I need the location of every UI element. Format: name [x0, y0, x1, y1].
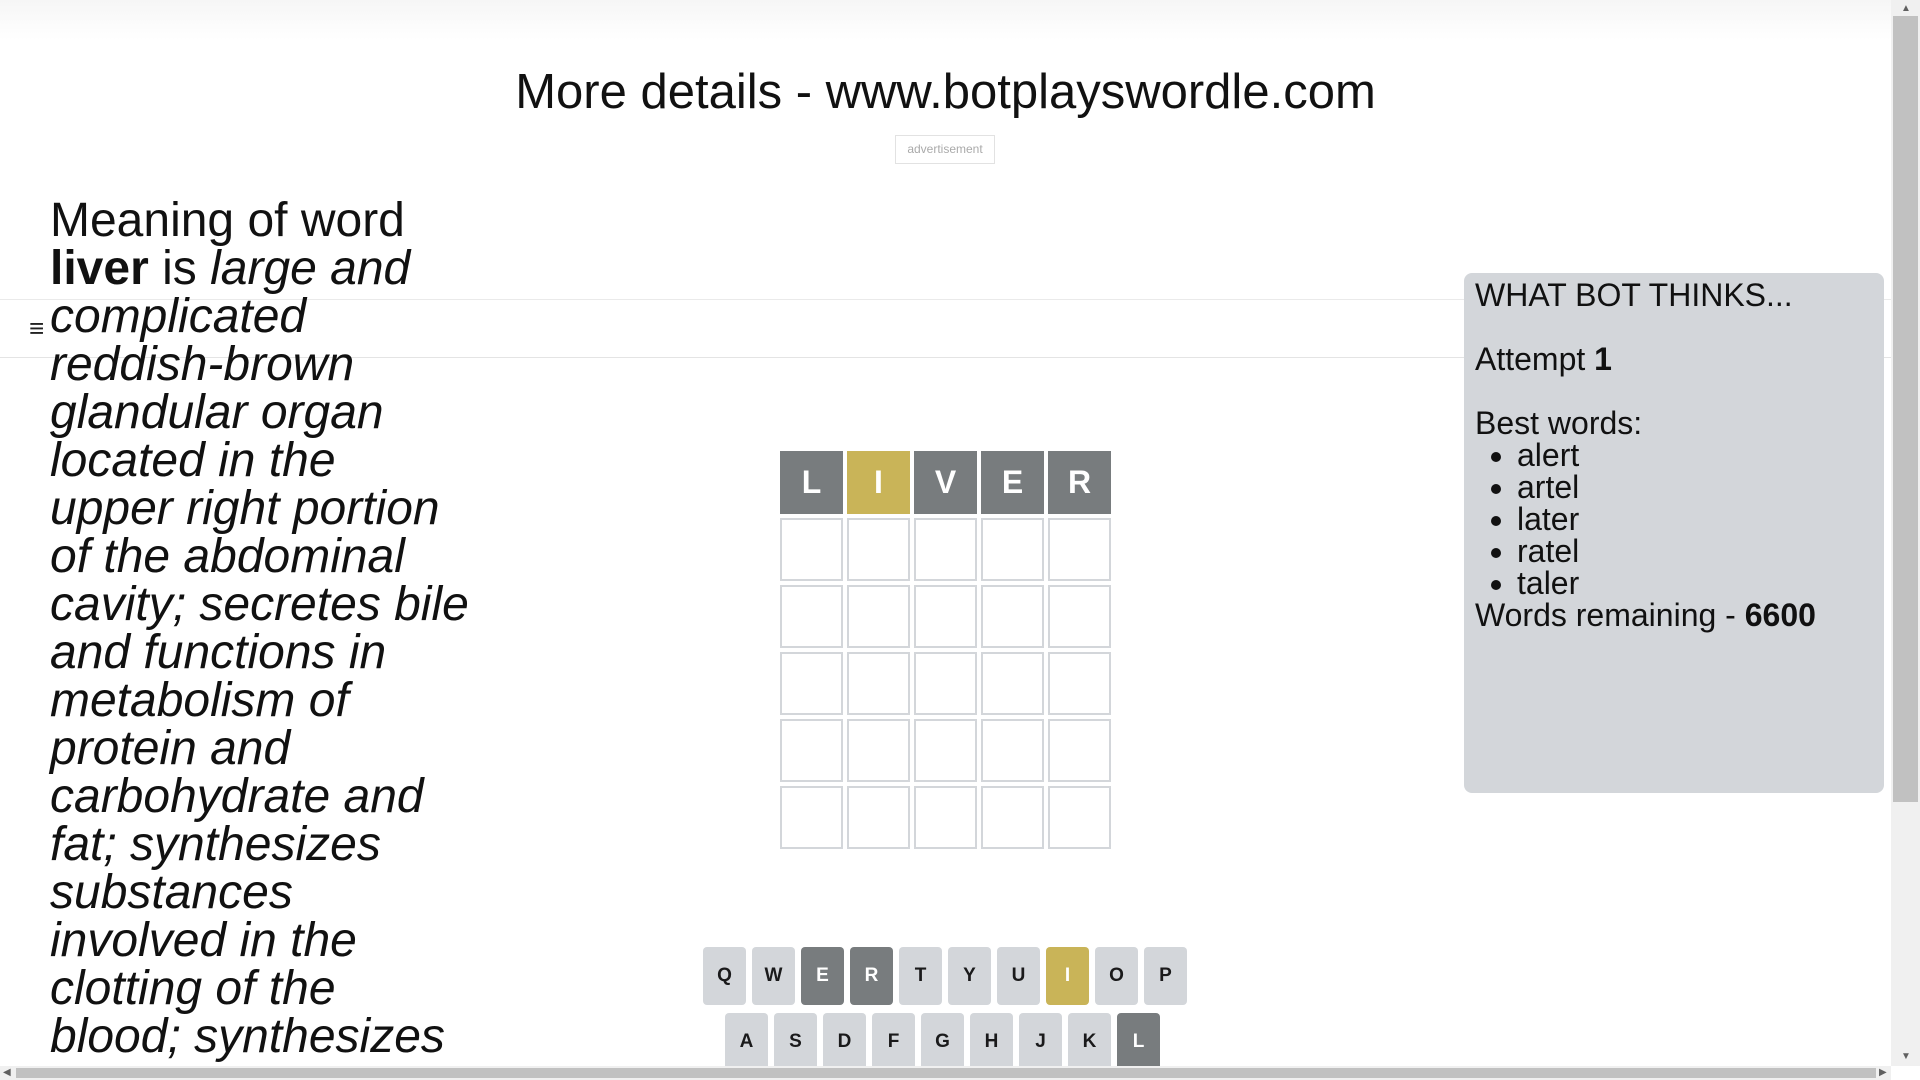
key-q[interactable]: Q — [703, 947, 746, 1005]
page: More details - www.botplayswordle.com ad… — [0, 0, 1891, 1066]
meaning-definition: large and complicated reddish-brown glan… — [50, 242, 469, 1063]
scroll-up-arrow-icon[interactable]: ▲ — [1901, 4, 1911, 14]
best-words-list: alert artel later ratel taler — [1475, 439, 1873, 599]
key-d[interactable]: D — [823, 1013, 866, 1066]
board-tile — [780, 786, 843, 849]
board-tile: I — [847, 451, 910, 514]
board-tile — [1048, 786, 1111, 849]
board-tile: R — [1048, 451, 1111, 514]
attempt-value: 1 — [1594, 341, 1612, 377]
bot-attempt: Attempt 1 — [1475, 343, 1873, 375]
key-r[interactable]: R — [850, 947, 893, 1005]
meaning-connector: is — [148, 242, 211, 295]
board-tile: V — [914, 451, 977, 514]
board-tile — [914, 786, 977, 849]
board-tile — [914, 518, 977, 581]
key-a[interactable]: A — [725, 1013, 768, 1066]
words-remaining: Words remaining - 6600 — [1475, 599, 1873, 631]
board-tile — [780, 518, 843, 581]
attempt-label: Attempt — [1475, 341, 1586, 377]
vertical-scrollbar-thumb[interactable] — [1893, 16, 1918, 802]
scroll-down-arrow-icon[interactable]: ▼ — [1901, 1052, 1911, 1062]
key-l[interactable]: L — [1117, 1013, 1160, 1066]
board-tile — [981, 786, 1044, 849]
board-tile — [847, 518, 910, 581]
board-tile — [981, 518, 1044, 581]
board-tile — [847, 719, 910, 782]
key-y[interactable]: Y — [948, 947, 991, 1005]
key-u[interactable]: U — [997, 947, 1040, 1005]
key-k[interactable]: K — [1068, 1013, 1111, 1066]
board-tile — [914, 585, 977, 648]
board-tile — [780, 652, 843, 715]
board-tile — [981, 652, 1044, 715]
horizontal-scrollbar-thumb[interactable] — [16, 1068, 1876, 1078]
key-g[interactable]: G — [921, 1013, 964, 1066]
key-f[interactable]: F — [872, 1013, 915, 1066]
board-tile — [847, 585, 910, 648]
board-tile — [847, 786, 910, 849]
key-j[interactable]: J — [1019, 1013, 1062, 1066]
board-tile — [914, 719, 977, 782]
board-tile — [780, 719, 843, 782]
keyboard-row-1: QWERTYUIOP — [703, 947, 1187, 1005]
bot-panel-title: WHAT BOT THINKS... — [1475, 277, 1793, 313]
best-word-item: ratel — [1517, 535, 1873, 567]
site-headline[interactable]: More details - www.botplayswordle.com — [0, 64, 1891, 120]
board-tile: E — [981, 451, 1044, 514]
best-word-item: taler — [1517, 567, 1873, 599]
advertisement-placeholder[interactable]: advertisement — [895, 135, 995, 164]
bot-thinks-panel: WHAT BOT THINKS... Attempt 1 Best words:… — [1464, 273, 1884, 793]
best-word-item: later — [1517, 503, 1873, 535]
board-tile — [1048, 719, 1111, 782]
scroll-right-arrow-icon[interactable]: ▶ — [1879, 1068, 1887, 1078]
board-tile — [1048, 518, 1111, 581]
best-word-item: alert — [1517, 439, 1873, 471]
best-words-label: Best words: — [1475, 405, 1643, 441]
remaining-value: 6600 — [1744, 597, 1816, 633]
best-word-item: artel — [1517, 471, 1873, 503]
hamburger-menu-icon[interactable]: ≡ — [29, 315, 44, 341]
key-h[interactable]: H — [970, 1013, 1013, 1066]
board-tile — [914, 652, 977, 715]
key-e[interactable]: E — [801, 947, 844, 1005]
board-tile — [780, 585, 843, 648]
word-meaning: Meaning of word liver is large and compl… — [50, 197, 470, 1061]
keyboard-row-2: ASDFGHJKL — [725, 1013, 1160, 1066]
board-tile — [981, 585, 1044, 648]
board-tile — [981, 719, 1044, 782]
key-w[interactable]: W — [752, 947, 795, 1005]
board-tile — [1048, 585, 1111, 648]
meaning-word: liver — [50, 242, 149, 295]
board-tile — [847, 652, 910, 715]
key-i[interactable]: I — [1046, 947, 1089, 1005]
key-t[interactable]: T — [899, 947, 942, 1005]
key-o[interactable]: O — [1095, 947, 1138, 1005]
scroll-left-arrow-icon[interactable]: ◀ — [3, 1068, 11, 1078]
game-board: LIVER — [780, 451, 1112, 849]
meaning-prefix: Meaning of word — [50, 194, 405, 247]
key-s[interactable]: S — [774, 1013, 817, 1066]
board-tile: L — [780, 451, 843, 514]
remaining-label: Words remaining - — [1475, 597, 1745, 633]
key-p[interactable]: P — [1144, 947, 1187, 1005]
board-tile — [1048, 652, 1111, 715]
